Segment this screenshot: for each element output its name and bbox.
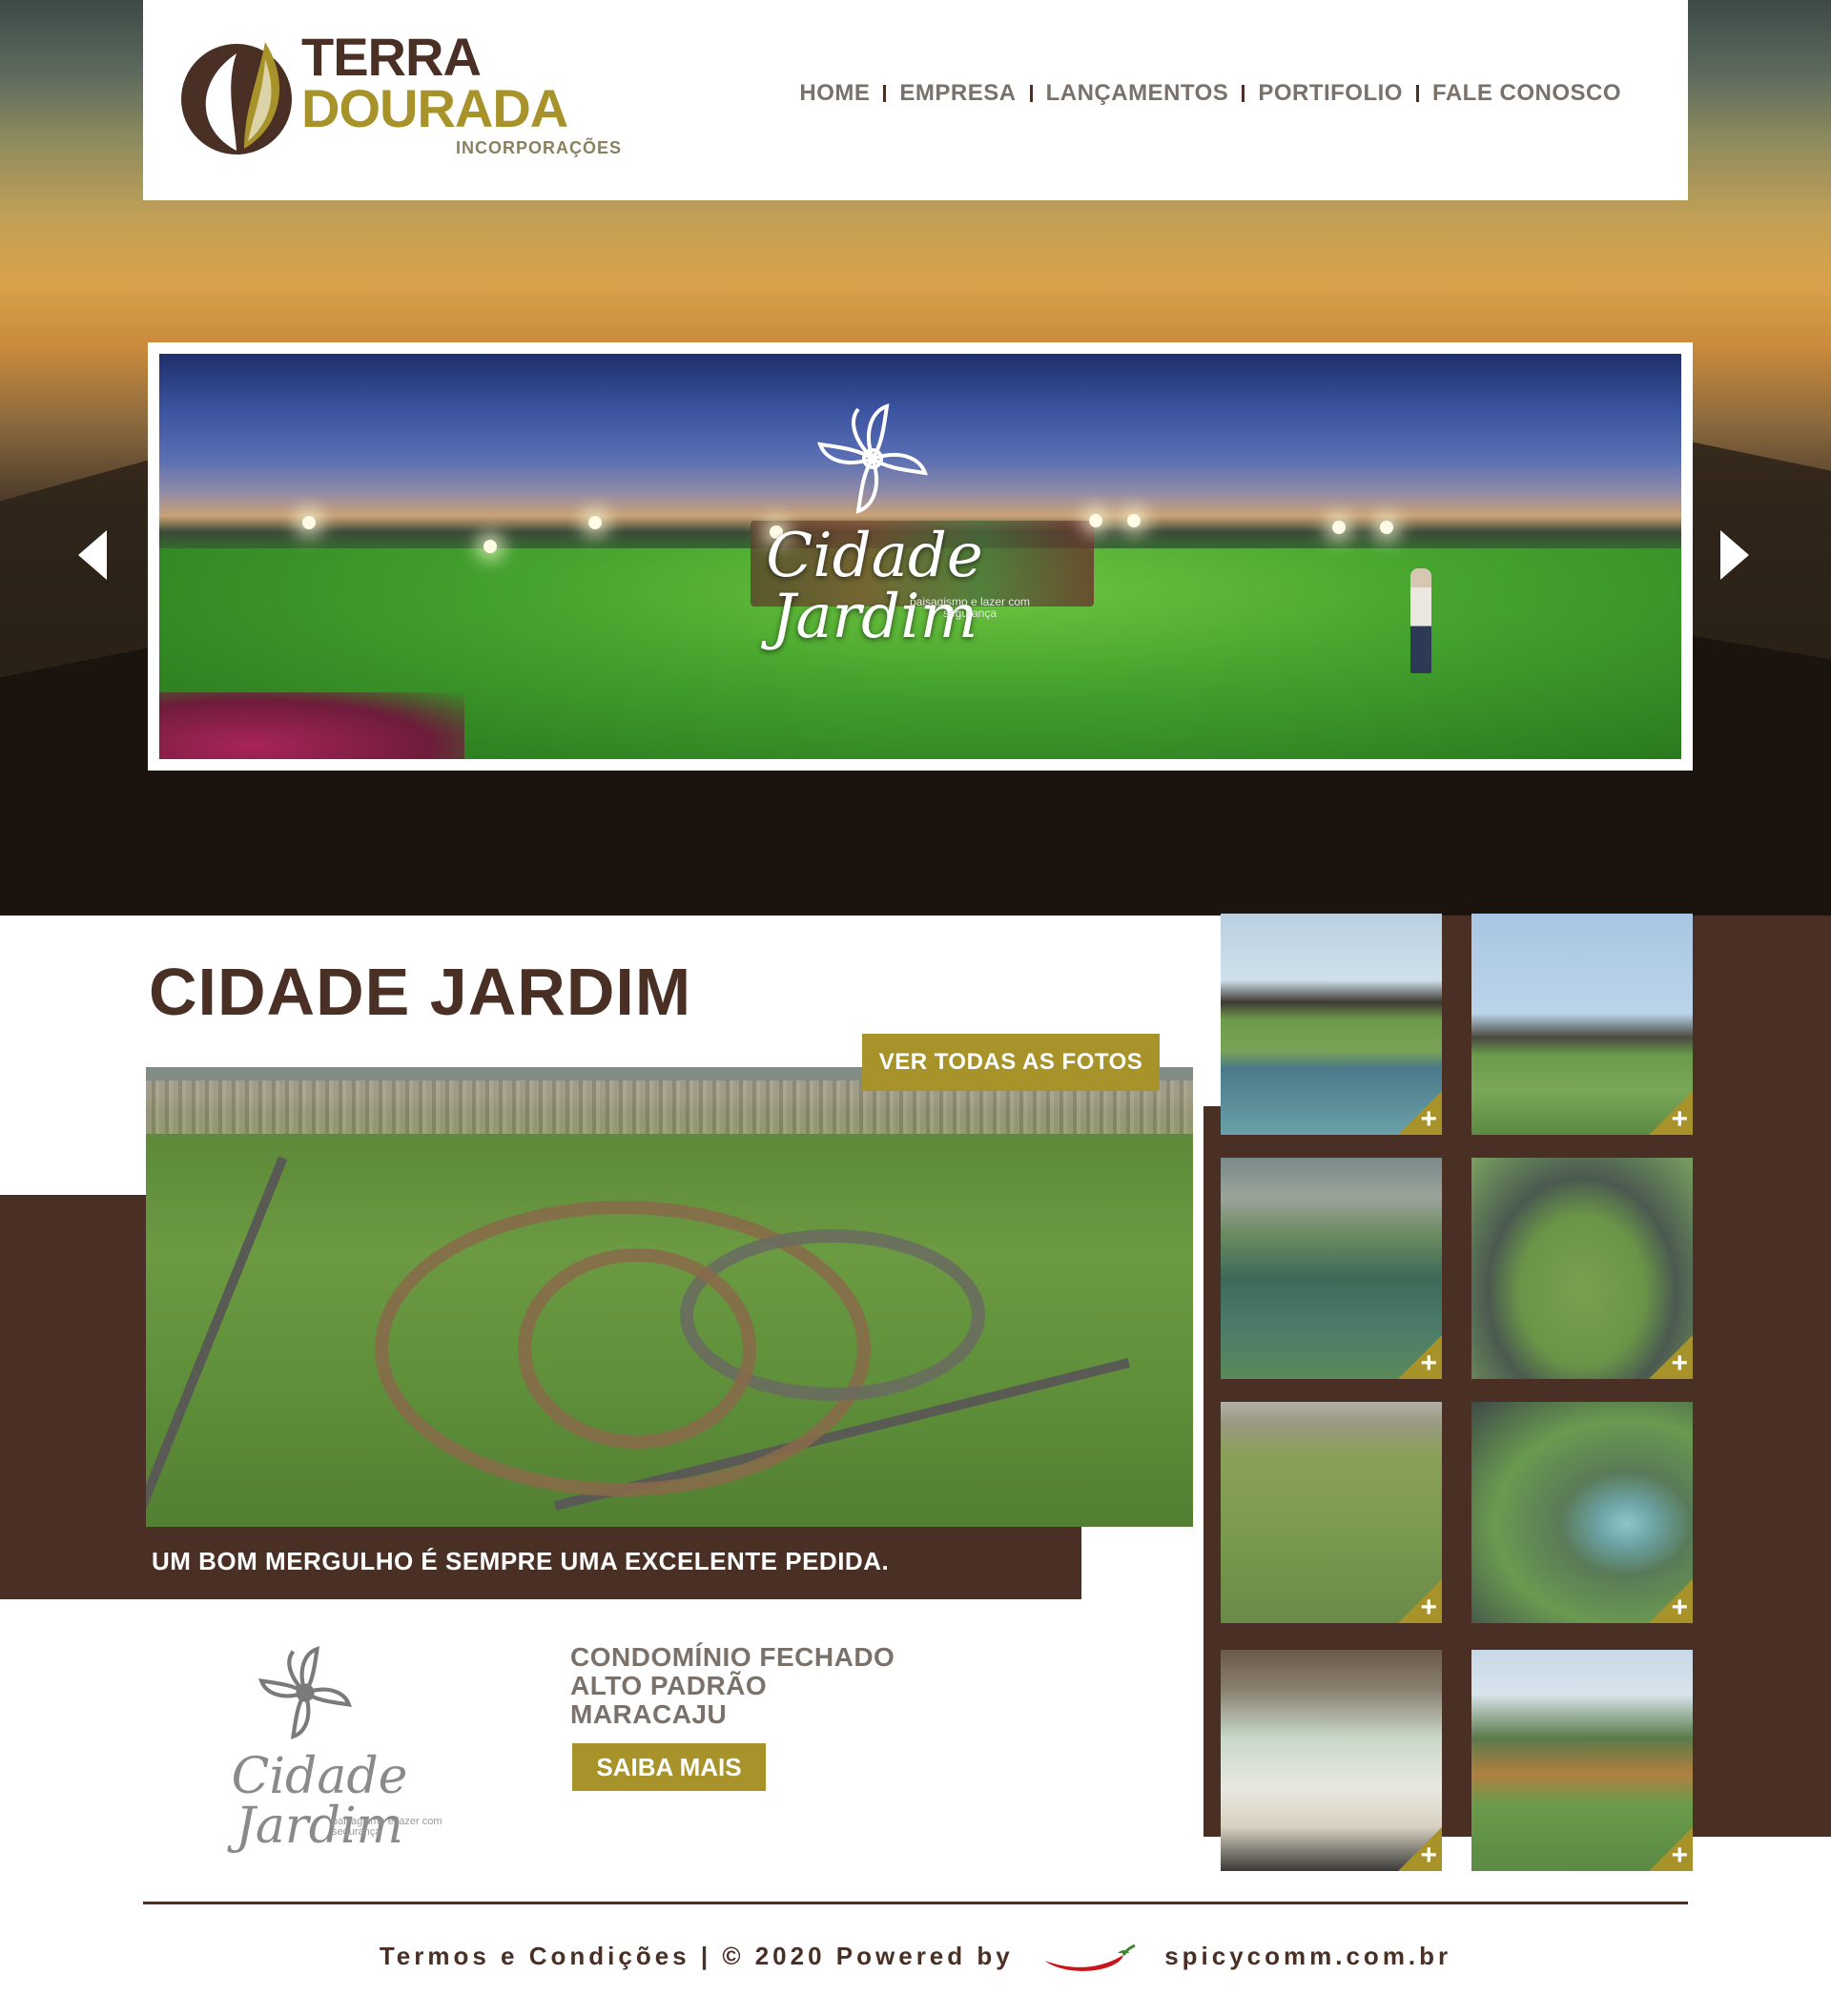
project-logo: Cidade Jardim paisagismo e lazer com seg… bbox=[153, 1645, 486, 1851]
footer-credit-link[interactable]: spicycomm.com.br bbox=[1164, 1942, 1451, 1970]
photo-road bbox=[146, 1156, 288, 1527]
chevron-left-icon[interactable] bbox=[78, 530, 107, 580]
flower-ornament-icon bbox=[258, 1646, 352, 1739]
site-footer: Termos e Condições | © 2020 Powered by s… bbox=[0, 1942, 1831, 1974]
gallery-thumb-playground[interactable]: + bbox=[1471, 1650, 1693, 1871]
lamp-light bbox=[1127, 514, 1141, 527]
lamp-light bbox=[302, 516, 316, 529]
slide-brand-tagline: paisagismo e lazer com segurança bbox=[909, 595, 1031, 620]
project-info: CONDOMÍNIO FECHADO ALTO PADRÃO MARACAJU bbox=[570, 1643, 895, 1729]
plus-icon: + bbox=[1397, 1090, 1442, 1135]
slide-person bbox=[1410, 568, 1431, 673]
view-all-photos-button[interactable]: VER TODAS AS FOTOS bbox=[862, 1034, 1160, 1091]
project-logo-tagline: paisagismo e lazer com segurança bbox=[332, 1816, 442, 1838]
gallery-thumb-aerial-lake[interactable]: + bbox=[1221, 1158, 1442, 1379]
logo-line1: TERRA bbox=[301, 27, 482, 87]
chili-pepper-icon bbox=[1044, 1944, 1136, 1971]
logo-subtitle: INCORPORAÇÕES bbox=[456, 138, 623, 157]
page: TERRA DOURADA INCORPORAÇÕES HOME EMPRESA… bbox=[0, 0, 1831, 2016]
nav-portifolio[interactable]: PORTIFOLIO bbox=[1258, 82, 1403, 105]
nav-separator bbox=[1242, 85, 1245, 102]
lamp-light bbox=[1332, 521, 1346, 534]
photo-caption: UM BOM MERGULHO É SEMPRE UMA EXCELENTE P… bbox=[146, 1527, 1080, 1599]
main-nav: HOME EMPRESA LANÇAMENTOS PORTIFOLIO FALE… bbox=[799, 82, 1621, 105]
plus-icon: + bbox=[1648, 1334, 1693, 1379]
slide-flowers bbox=[159, 692, 464, 759]
site-header: TERRA DOURADA INCORPORAÇÕES HOME EMPRESA… bbox=[143, 0, 1688, 200]
main-photo[interactable] bbox=[146, 1067, 1193, 1527]
lamp-light bbox=[588, 516, 602, 529]
gallery-thumb-palm-trees[interactable]: + bbox=[1471, 914, 1693, 1135]
footer-divider bbox=[143, 1902, 1688, 1904]
project-info-line: MARACAJU bbox=[570, 1699, 728, 1729]
flower-ornament-icon bbox=[817, 403, 928, 514]
gallery-thumb-aerial-lots[interactable]: + bbox=[1221, 1402, 1442, 1623]
plus-icon: + bbox=[1648, 1826, 1693, 1871]
project-info-line: CONDOMÍNIO FECHADO bbox=[570, 1642, 895, 1672]
gallery-thumb-lake-clubhouse[interactable]: + bbox=[1221, 914, 1442, 1135]
section-title: CIDADE JARDIM bbox=[149, 955, 692, 1029]
plus-icon: + bbox=[1397, 1826, 1442, 1871]
learn-more-button[interactable]: SAIBA MAIS bbox=[572, 1743, 766, 1791]
plus-icon: + bbox=[1397, 1578, 1442, 1623]
nav-lancamentos[interactable]: LANÇAMENTOS bbox=[1046, 82, 1229, 105]
nav-separator bbox=[1029, 85, 1033, 102]
leaf-logo-icon bbox=[181, 42, 292, 154]
plus-icon: + bbox=[1648, 1578, 1693, 1623]
slide-brand-mark: Cidade Jardim paisagismo e lazer com seg… bbox=[693, 401, 1056, 648]
lamp-light bbox=[1380, 521, 1393, 534]
footer-terms-copyright[interactable]: Termos e Condições | © 2020 Powered by bbox=[380, 1942, 1014, 1970]
gallery-thumb-aerial-ring[interactable]: + bbox=[1471, 1158, 1693, 1379]
nav-empresa[interactable]: EMPRESA bbox=[899, 82, 1016, 105]
logo-line2: DOURADA bbox=[301, 78, 568, 138]
photo-ring-road bbox=[518, 1248, 756, 1449]
plus-icon: + bbox=[1397, 1334, 1442, 1379]
lamp-light bbox=[483, 540, 497, 553]
slide-image: Cidade Jardim paisagismo e lazer com seg… bbox=[159, 354, 1681, 759]
nav-home[interactable]: HOME bbox=[799, 82, 870, 105]
plus-icon: + bbox=[1648, 1090, 1693, 1135]
chevron-right-icon[interactable] bbox=[1720, 530, 1749, 580]
nav-separator bbox=[883, 85, 887, 102]
hero-slider: Cidade Jardim paisagismo e lazer com seg… bbox=[148, 342, 1693, 771]
logo[interactable]: TERRA DOURADA INCORPORAÇÕES bbox=[177, 27, 621, 172]
gallery-thumb-aerial-pool[interactable]: + bbox=[1471, 1402, 1693, 1623]
project-info-line: ALTO PADRÃO bbox=[570, 1671, 768, 1700]
lamp-light bbox=[1089, 514, 1102, 527]
nav-separator bbox=[1415, 85, 1419, 102]
slide-brand-title: Cidade Jardim bbox=[766, 521, 983, 652]
gallery-thumb-kitchen-interior[interactable]: + bbox=[1221, 1650, 1442, 1871]
nav-fale-conosco[interactable]: FALE CONOSCO bbox=[1432, 82, 1621, 105]
